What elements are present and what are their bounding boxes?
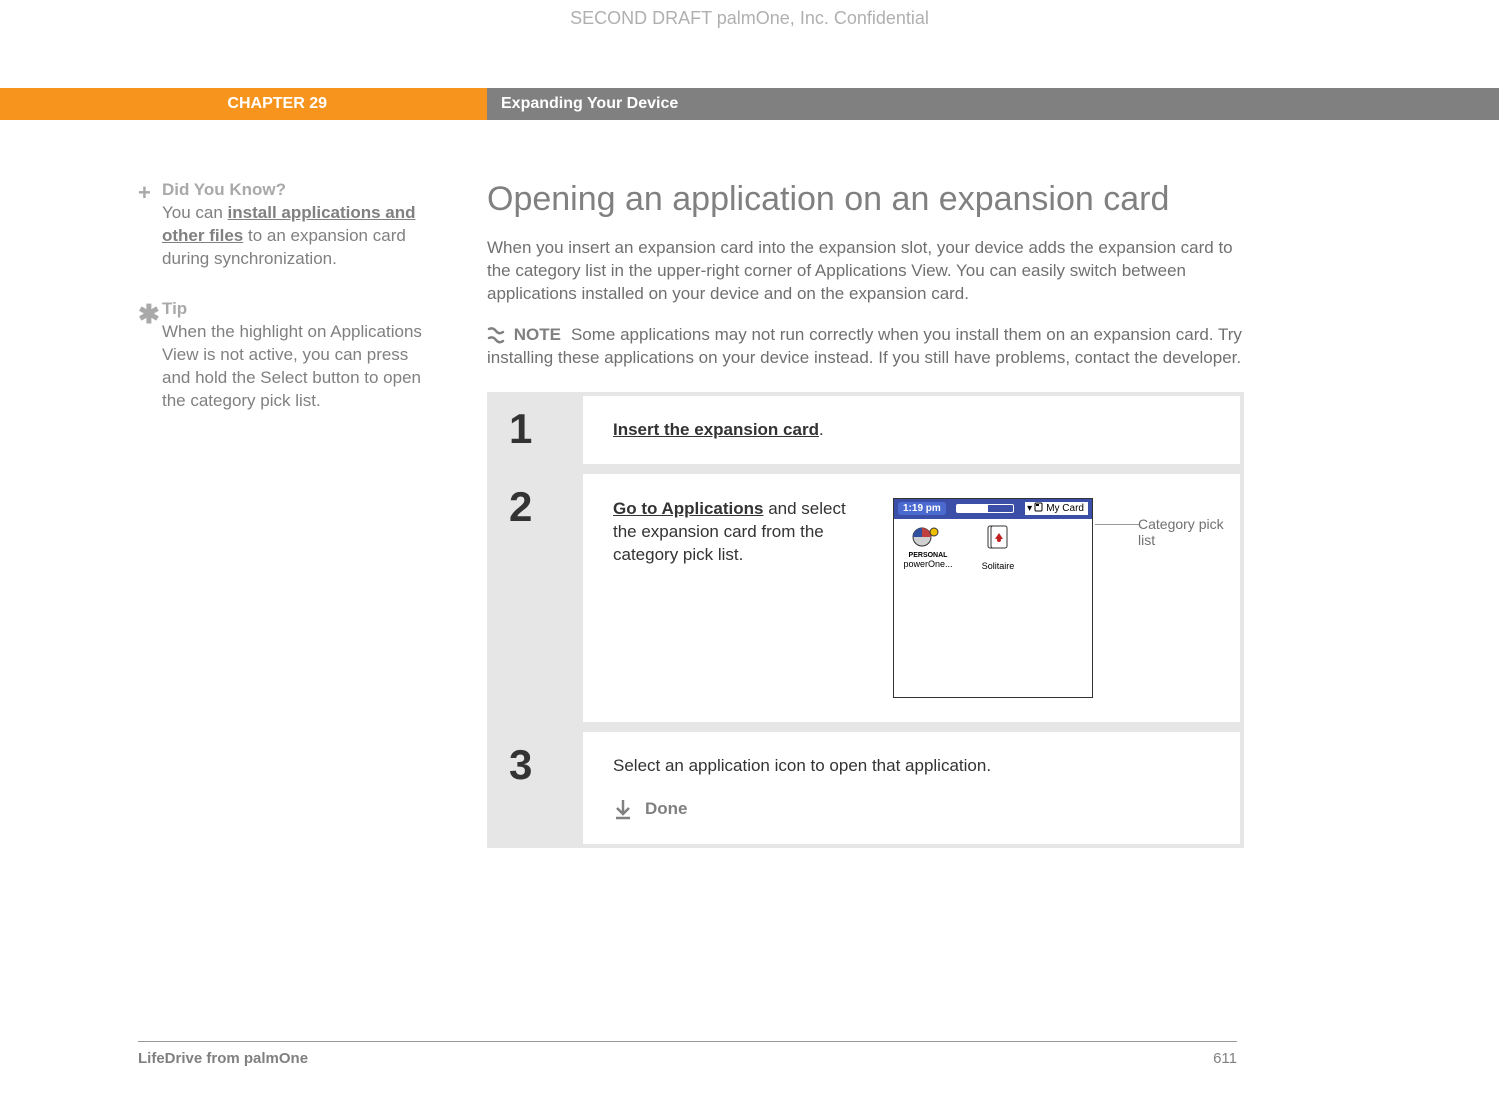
app-label-1a: PERSONAL bbox=[900, 552, 956, 559]
did-you-know-heading: Did You Know? bbox=[162, 180, 439, 200]
battery-icon bbox=[956, 504, 1014, 513]
step-1-body: Insert the expansion card. bbox=[583, 396, 1240, 464]
go-to-applications-link[interactable]: Go to Applications bbox=[613, 499, 763, 518]
asterisk-icon: ✱ bbox=[138, 299, 162, 413]
callout-line bbox=[1095, 524, 1139, 525]
step-2: 2 Go to Applications and select the expa… bbox=[491, 464, 1240, 722]
done-arrow-icon bbox=[613, 798, 633, 820]
insert-card-link[interactable]: Insert the expansion card bbox=[613, 420, 819, 439]
callout-label: Category pick list bbox=[1138, 516, 1228, 550]
footer-page-number: 611 bbox=[1213, 1050, 1237, 1067]
step-1-tail: . bbox=[819, 420, 824, 439]
step-3-number: 3 bbox=[491, 732, 583, 844]
step-1-number: 1 bbox=[491, 396, 583, 464]
done-row: Done bbox=[613, 798, 1222, 820]
note-text: Some applications may not run correctly … bbox=[487, 325, 1242, 367]
step-2-body: Go to Applications and select the expans… bbox=[583, 474, 1240, 722]
chapter-title: Expanding Your Device bbox=[487, 88, 1499, 120]
tip-heading: Tip bbox=[162, 299, 439, 319]
did-you-know-text: You can install applications and other f… bbox=[162, 202, 439, 271]
header-bar: CHAPTER 29 Expanding Your Device bbox=[0, 88, 1499, 120]
step-2-number: 2 bbox=[491, 474, 583, 722]
note-block: NOTESome applications may not run correc… bbox=[487, 324, 1244, 370]
app-solitaire[interactable]: Solitaire bbox=[970, 523, 1026, 571]
device-screenshot: 1:19 pm ▾ My Card bbox=[893, 498, 1093, 698]
step-3: 3 Select an application icon to open tha… bbox=[491, 722, 1240, 844]
app-label-2a bbox=[970, 552, 1026, 561]
steps-container: 1 Insert the expansion card. 2 Go to App… bbox=[487, 392, 1244, 848]
chapter-label: CHAPTER 29 bbox=[0, 88, 487, 120]
intro-paragraph: When you insert an expansion card into t… bbox=[487, 237, 1244, 306]
step-2-text: Go to Applications and select the expans… bbox=[613, 498, 873, 567]
note-label: NOTE bbox=[514, 325, 561, 344]
apps-row: PERSONAL powerOne... Solitaire bbox=[894, 519, 1092, 575]
page-heading: Opening an application on an expansion c… bbox=[487, 180, 1244, 219]
app-powerone[interactable]: PERSONAL powerOne... bbox=[900, 523, 956, 571]
chevron-down-icon: ▾ bbox=[1027, 503, 1032, 514]
category-label: My Card bbox=[1046, 503, 1084, 514]
sidebar: + Did You Know? You can install applicat… bbox=[0, 180, 487, 848]
did-you-know-block: + Did You Know? You can install applicat… bbox=[138, 180, 439, 271]
screenshot-titlebar: 1:19 pm ▾ My Card bbox=[894, 499, 1092, 519]
step-1: 1 Insert the expansion card. bbox=[491, 396, 1240, 464]
page-body: + Did You Know? You can install applicat… bbox=[0, 180, 1499, 848]
step-3-body: Select an application icon to open that … bbox=[583, 732, 1240, 844]
plus-icon: + bbox=[138, 180, 162, 271]
dyk-pre: You can bbox=[162, 203, 228, 222]
screenshot-time: 1:19 pm bbox=[898, 502, 946, 515]
main-content: Opening an application on an expansion c… bbox=[487, 180, 1499, 848]
card-icon bbox=[1034, 502, 1044, 515]
note-icon bbox=[487, 326, 505, 344]
step-3-text: Select an application icon to open that … bbox=[613, 756, 1222, 776]
watermark-text: SECOND DRAFT palmOne, Inc. Confidential bbox=[0, 8, 1499, 29]
tip-block: ✱ Tip When the highlight on Applications… bbox=[138, 299, 439, 413]
app-label-2b: Solitaire bbox=[970, 561, 1026, 571]
tip-text: When the highlight on Applications View … bbox=[162, 321, 439, 413]
done-label: Done bbox=[645, 799, 688, 819]
tip-content: Tip When the highlight on Applications V… bbox=[162, 299, 439, 413]
category-picker[interactable]: ▾ My Card bbox=[1025, 502, 1088, 515]
footer-product: LifeDrive from palmOne bbox=[138, 1050, 308, 1067]
did-you-know-content: Did You Know? You can install applicatio… bbox=[162, 180, 439, 271]
app-label-1b: powerOne... bbox=[900, 559, 956, 569]
footer: LifeDrive from palmOne 611 bbox=[138, 1041, 1237, 1067]
